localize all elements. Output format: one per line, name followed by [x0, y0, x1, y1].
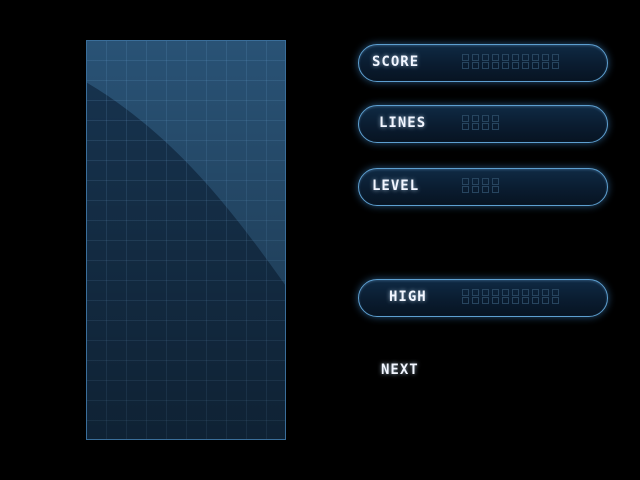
digit-slot — [491, 54, 500, 71]
digit-slot — [521, 54, 530, 71]
digit-slot — [501, 289, 510, 306]
digit-slot — [491, 115, 500, 132]
high-label: HIGH — [389, 289, 427, 305]
high-digits — [461, 289, 560, 306]
digit-slot — [541, 54, 550, 71]
digit-slot — [531, 289, 540, 306]
digit-slot — [491, 289, 500, 306]
playfield-shading — [87, 41, 285, 439]
digit-slot — [461, 289, 470, 306]
digit-slot — [471, 178, 480, 195]
digit-slot — [501, 54, 510, 71]
digit-slot — [511, 289, 520, 306]
lines-panel: LINES — [358, 105, 608, 143]
game-screen: SCORE LINES LEVEL HIGH NEXT — [0, 0, 640, 480]
digit-slot — [471, 115, 480, 132]
digit-slot — [551, 54, 560, 71]
lines-label: LINES — [379, 115, 427, 131]
digit-slot — [531, 54, 540, 71]
digit-slot — [551, 289, 560, 306]
digit-slot — [471, 54, 480, 71]
digit-slot — [481, 289, 490, 306]
playfield-grid — [86, 40, 286, 440]
high-panel: HIGH — [358, 279, 608, 317]
digit-slot — [481, 178, 490, 195]
digit-slot — [491, 178, 500, 195]
level-panel: LEVEL — [358, 168, 608, 206]
score-panel: SCORE — [358, 44, 608, 82]
digit-slot — [481, 54, 490, 71]
digit-slot — [461, 178, 470, 195]
digit-slot — [461, 115, 470, 132]
level-label: LEVEL — [372, 178, 420, 194]
score-label: SCORE — [372, 54, 420, 70]
lines-digits — [461, 115, 500, 132]
level-digits — [461, 178, 500, 195]
score-digits — [461, 54, 560, 71]
digit-slot — [541, 289, 550, 306]
digit-slot — [471, 289, 480, 306]
next-label: NEXT — [381, 362, 419, 378]
digit-slot — [511, 54, 520, 71]
digit-slot — [521, 289, 530, 306]
digit-slot — [481, 115, 490, 132]
digit-slot — [461, 54, 470, 71]
